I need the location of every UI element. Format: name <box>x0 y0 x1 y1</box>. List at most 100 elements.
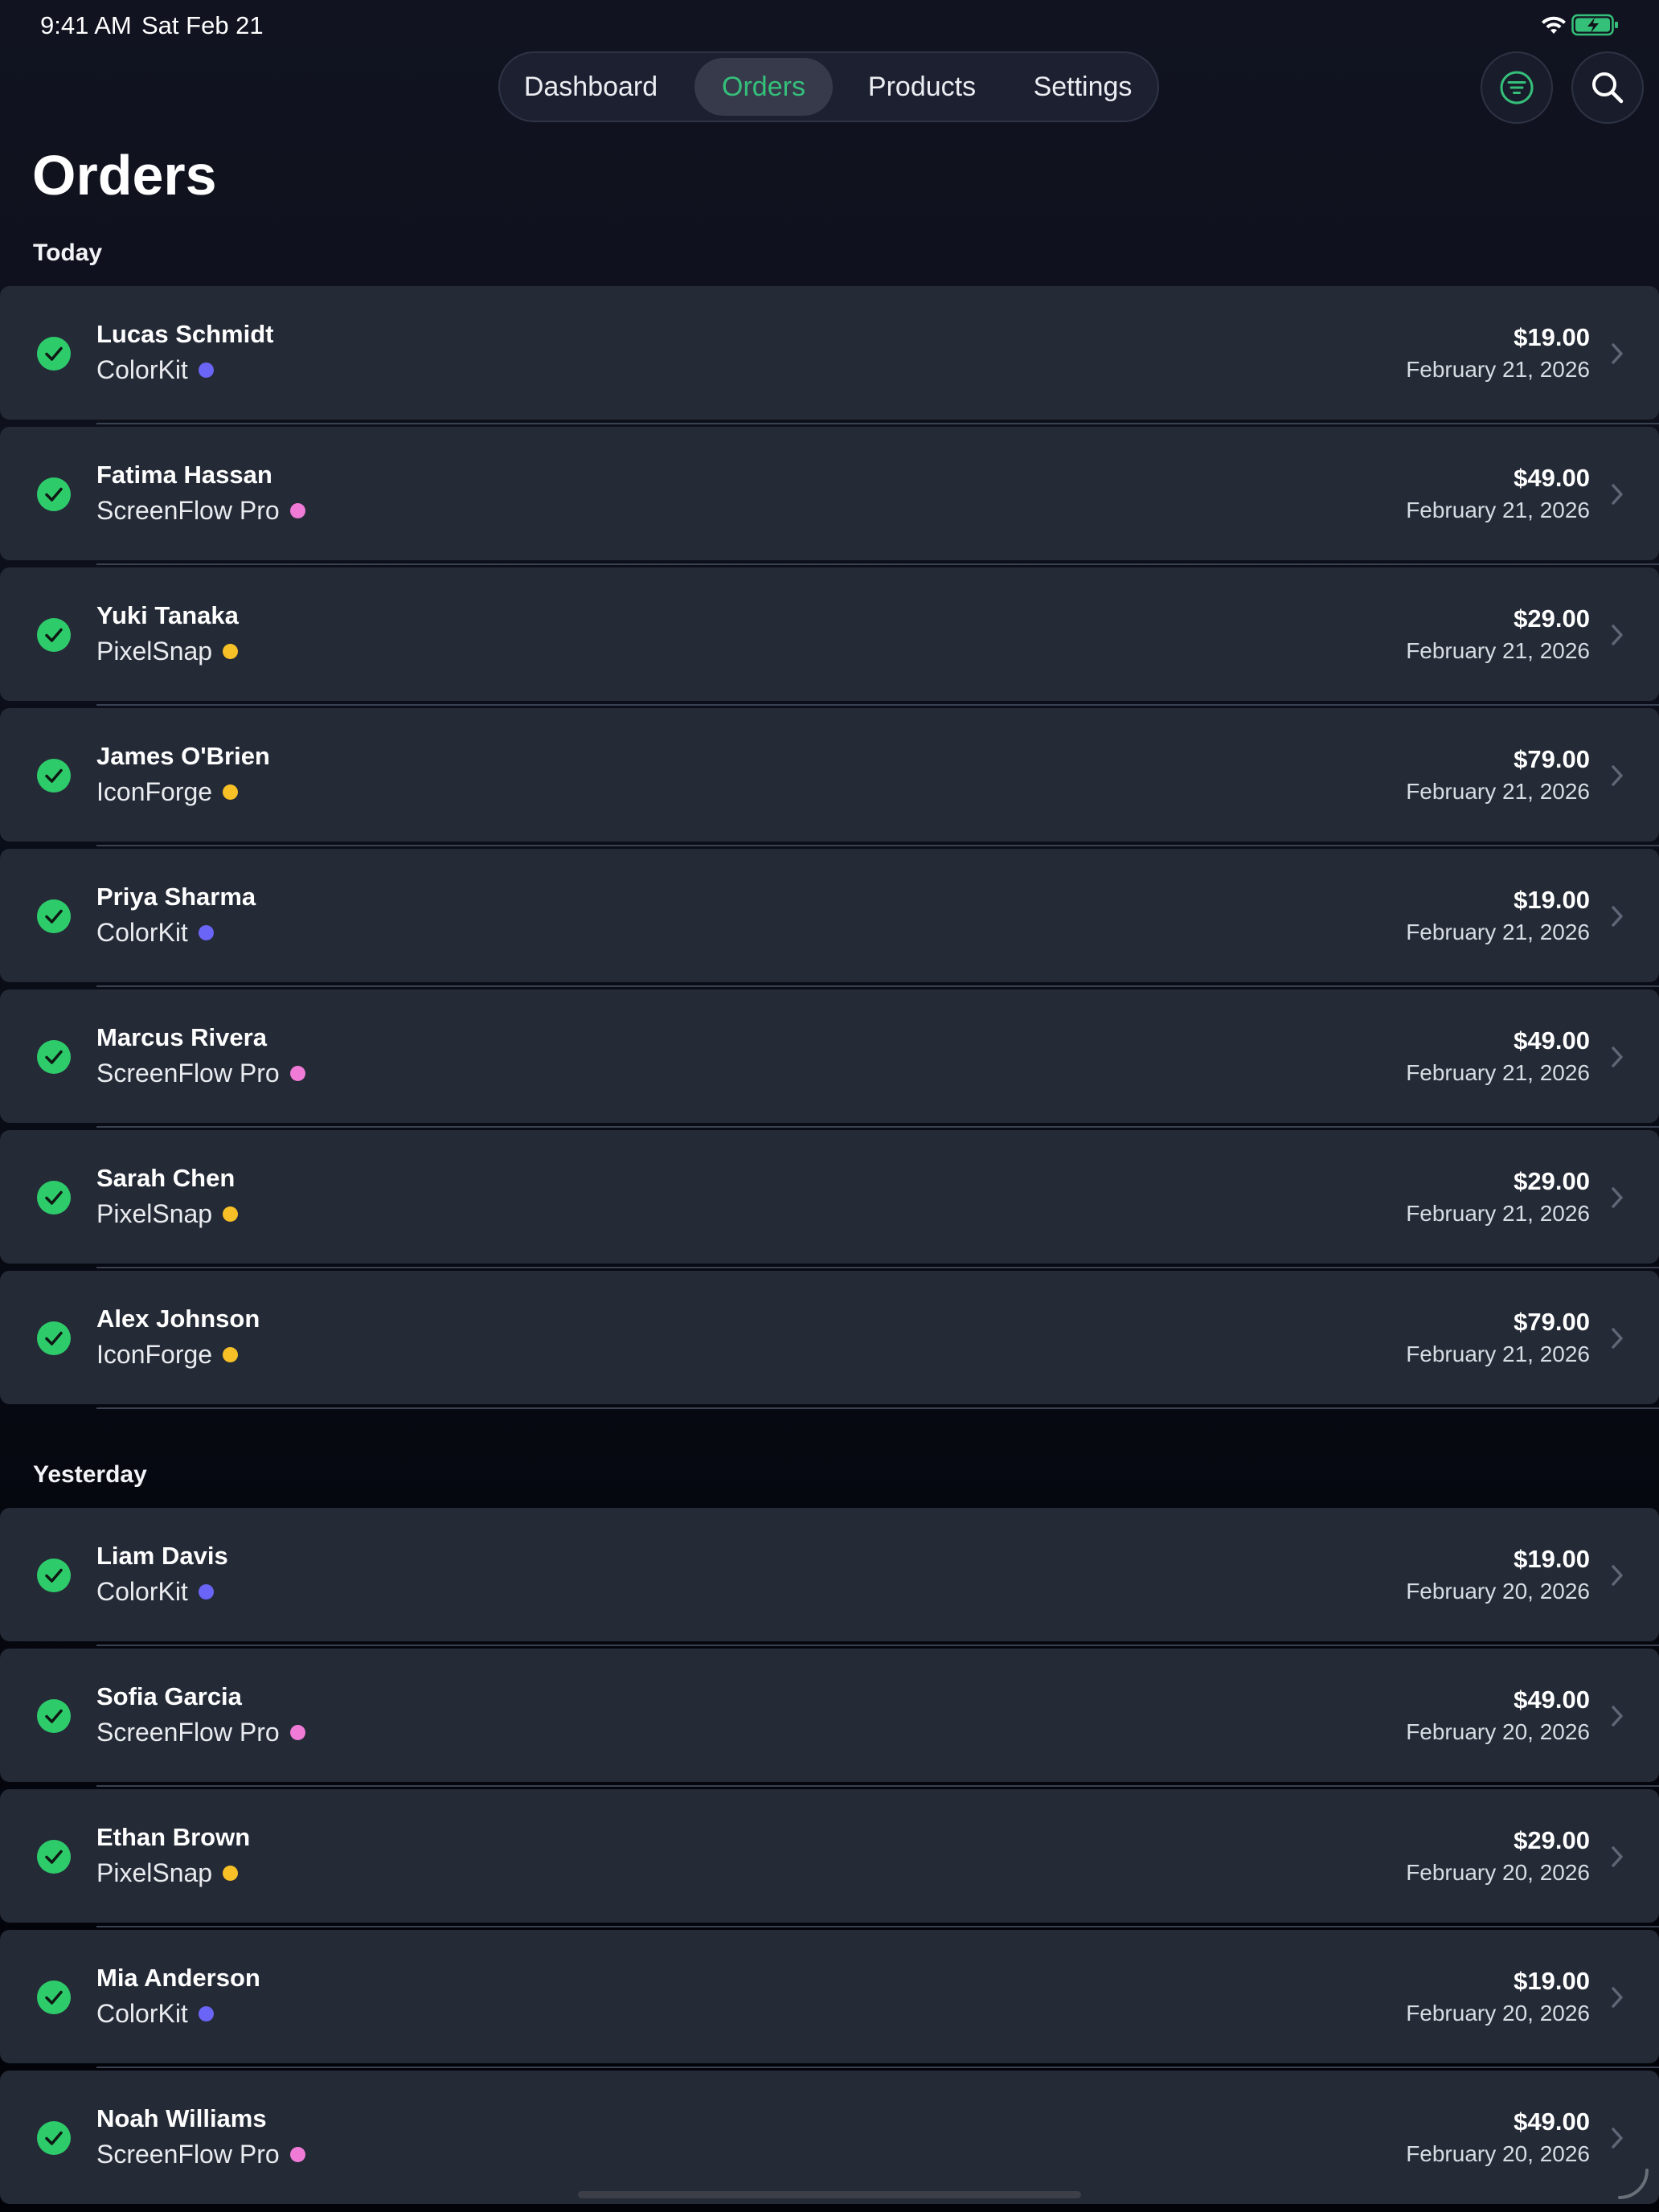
order-amount: $29.00 <box>1514 1167 1590 1195</box>
status-time: 9:41 AM <box>40 11 132 39</box>
status-bar: 9:41 AM Sat Feb 21 <box>0 0 1659 51</box>
chevron-right-icon <box>1612 1187 1623 1208</box>
order-row[interactable]: Lucas Schmidt ColorKit $19.00 February 2… <box>0 286 1659 424</box>
order-date: February 21, 2026 <box>1406 920 1590 944</box>
product-color-dot <box>289 1725 305 1740</box>
product-label: ColorKit <box>96 355 214 385</box>
order-date: February 21, 2026 <box>1406 1201 1590 1226</box>
order-date: February 20, 2026 <box>1406 2141 1590 2166</box>
order-row[interactable]: Liam Davis ColorKit $19.00 February 20, … <box>0 1508 1659 1646</box>
row-divider <box>96 1407 1659 1409</box>
checkmark-circle-icon <box>37 1181 71 1215</box>
resize-handle-icon[interactable] <box>1612 2162 1652 2202</box>
order-date: February 20, 2026 <box>1406 1719 1590 1744</box>
order-row[interactable]: Sarah Chen PixelSnap $29.00 February 21,… <box>0 1130 1659 1268</box>
order-amount: $49.00 <box>1514 464 1590 492</box>
filter-button[interactable] <box>1481 51 1553 124</box>
order-date: February 21, 2026 <box>1406 638 1590 663</box>
product-color-dot <box>223 1347 239 1362</box>
order-row[interactable]: Ethan Brown PixelSnap $29.00 February 20… <box>0 1789 1659 1927</box>
search-button[interactable] <box>1571 51 1644 124</box>
chevron-right-icon <box>1612 1846 1623 1867</box>
product-label: IconForge <box>96 1340 239 1370</box>
tab-orders[interactable]: Orders <box>694 58 833 116</box>
order-row[interactable]: Priya Sharma ColorKit $19.00 February 21… <box>0 849 1659 987</box>
wifi-icon <box>1542 16 1566 34</box>
product-label: ScreenFlow Pro <box>96 2140 305 2169</box>
order-amount: $29.00 <box>1514 604 1590 633</box>
order-row[interactable]: Noah Williams ScreenFlow Pro $49.00 Febr… <box>0 2071 1659 2204</box>
checkmark-circle-icon <box>37 1559 71 1592</box>
product-color-dot <box>223 644 239 659</box>
order-row[interactable]: Marcus Rivera ScreenFlow Pro $49.00 Febr… <box>0 989 1659 1128</box>
product-label: ScreenFlow Pro <box>96 496 305 526</box>
order-amount: $19.00 <box>1514 1967 1590 1995</box>
order-date: February 21, 2026 <box>1406 357 1590 382</box>
product-color-dot <box>198 1584 214 1600</box>
customer-name: Sarah Chen <box>96 1164 236 1192</box>
row-divider <box>96 1126 1659 1128</box>
chevron-right-icon <box>1612 1047 1623 1067</box>
customer-name: Priya Sharma <box>96 883 256 911</box>
product-name: ScreenFlow Pro <box>96 1059 280 1088</box>
home-indicator[interactable] <box>578 2191 1081 2198</box>
row-divider <box>96 1267 1659 1268</box>
order-date: February 21, 2026 <box>1406 1342 1590 1366</box>
customer-name: Mia Anderson <box>96 1964 260 1992</box>
product-label: ScreenFlow Pro <box>96 1059 305 1088</box>
chevron-right-icon <box>1612 765 1623 786</box>
product-name: ScreenFlow Pro <box>96 1718 280 1747</box>
checkmark-circle-icon <box>37 1040 71 1074</box>
product-name: IconForge <box>96 777 213 806</box>
customer-name: Ethan Brown <box>96 1823 251 1851</box>
order-amount: $79.00 <box>1514 745 1590 773</box>
order-row[interactable]: Yuki Tanaka PixelSnap $29.00 February 21… <box>0 567 1659 706</box>
status-date: Sat Feb 21 <box>141 11 264 39</box>
customer-name: Sofia Garcia <box>96 1682 242 1710</box>
customer-name: Lucas Schmidt <box>96 320 274 348</box>
product-name: ScreenFlow Pro <box>96 496 280 525</box>
order-row[interactable]: Alex Johnson IconForge $79.00 February 2… <box>0 1271 1659 1409</box>
order-row[interactable]: Mia Anderson ColorKit $19.00 February 20… <box>0 1930 1659 2068</box>
filter-icon <box>1500 71 1534 104</box>
chevron-right-icon <box>1612 1987 1623 2008</box>
chevron-right-icon <box>1612 1565 1623 1586</box>
order-row[interactable]: Sofia Garcia ScreenFlow Pro $49.00 Febru… <box>0 1649 1659 1787</box>
checkmark-circle-icon <box>37 759 71 793</box>
checkmark-circle-icon <box>37 1321 71 1355</box>
product-color-dot <box>198 925 214 940</box>
row-divider <box>96 985 1659 987</box>
checkmark-circle-icon <box>37 618 71 652</box>
product-label: ColorKit <box>96 918 214 948</box>
row-divider <box>96 1645 1659 1646</box>
row-divider <box>96 563 1659 565</box>
tab-settings[interactable]: Settings <box>1014 58 1151 116</box>
product-name: ColorKit <box>96 1999 188 2028</box>
tab-products[interactable]: Products <box>846 58 998 116</box>
customer-name: Marcus Rivera <box>96 1023 267 1051</box>
nav-segmented-control: Dashboard Orders Products Settings <box>498 51 1159 122</box>
checkmark-circle-icon <box>37 337 71 371</box>
order-amount: $49.00 <box>1514 1026 1590 1055</box>
row-divider <box>96 423 1659 424</box>
battery-charging-icon <box>1571 14 1618 36</box>
tab-dashboard[interactable]: Dashboard <box>514 58 667 116</box>
order-amount: $49.00 <box>1514 2108 1590 2136</box>
product-color-dot <box>223 1866 239 1881</box>
search-icon <box>1592 72 1624 104</box>
row-divider <box>96 1926 1659 1927</box>
order-amount: $79.00 <box>1514 1308 1590 1336</box>
product-name: PixelSnap <box>96 1199 213 1228</box>
order-row[interactable]: James O'Brien IconForge $79.00 February … <box>0 708 1659 846</box>
section-header-yesterday: Yesterday <box>33 1461 147 1488</box>
checkmark-circle-icon <box>37 477 71 511</box>
product-color-dot <box>223 1206 239 1222</box>
checkmark-circle-icon <box>37 1840 71 1874</box>
product-label: PixelSnap <box>96 637 239 666</box>
order-row[interactable]: Fatima Hassan ScreenFlow Pro $49.00 Febr… <box>0 427 1659 565</box>
order-date: February 21, 2026 <box>1406 779 1590 804</box>
customer-name: Yuki Tanaka <box>96 601 239 629</box>
customer-name: Liam Davis <box>96 1542 228 1570</box>
chevron-right-icon <box>1612 2128 1623 2149</box>
product-color-dot <box>289 503 305 518</box>
